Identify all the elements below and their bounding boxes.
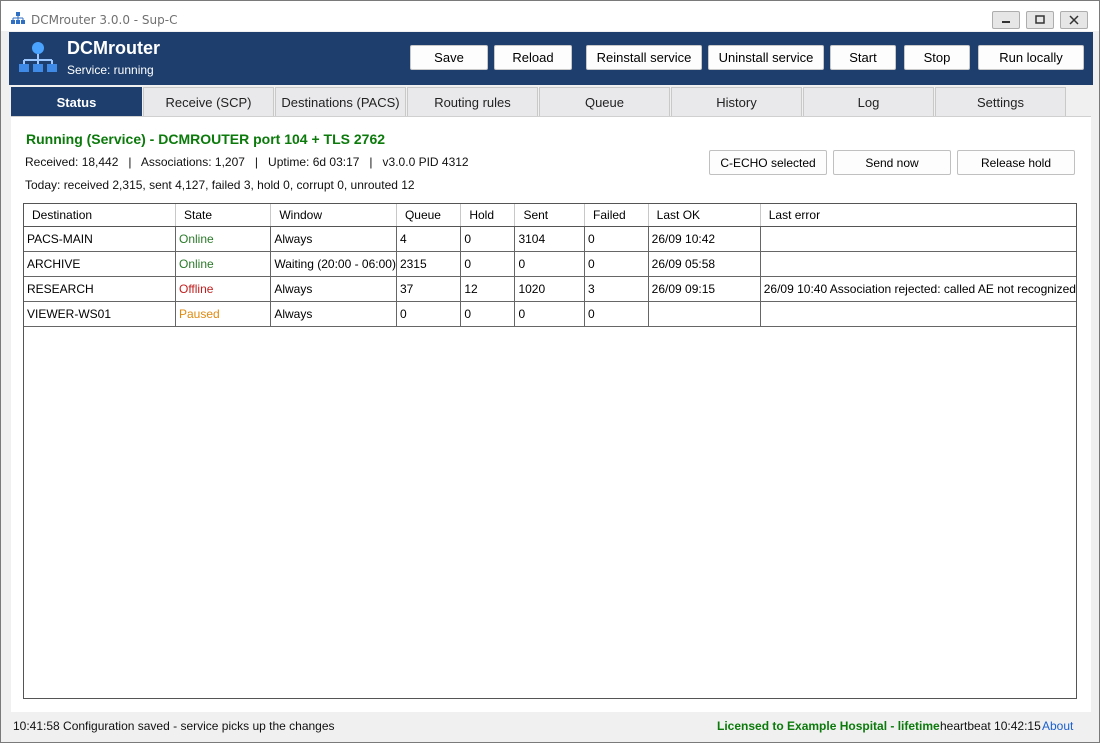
status-message: 10:41:58 Configuration saved - service p… (13, 719, 335, 733)
cell-last-error (760, 226, 1076, 252)
cell-window: Always (270, 276, 397, 302)
service-status: Service: running (67, 63, 154, 77)
table-row[interactable]: VIEWER-WS01 Paused Always 0 0 0 0 (24, 301, 1076, 327)
column-header-queue[interactable]: Queue (396, 204, 462, 227)
cell-window: Waiting (20:00 - 06:00) (270, 251, 397, 277)
c-echo-selected-button[interactable]: C-ECHO selected (709, 150, 827, 175)
tab-log[interactable]: Log (803, 87, 934, 116)
table-row[interactable]: RESEARCH Offline Always 37 12 1020 3 26/… (24, 276, 1076, 302)
column-header-sent[interactable]: Sent (514, 204, 586, 227)
network-tree-logo-icon (19, 42, 57, 72)
cell-last-error (760, 301, 1076, 327)
column-header-last-error[interactable]: Last error (760, 204, 1076, 227)
column-header-state[interactable]: State (175, 204, 272, 227)
app-name: DCMrouter (67, 38, 160, 58)
cell-sent: 0 (514, 301, 586, 327)
cell-failed: 0 (584, 226, 649, 252)
cell-sent: 1020 (514, 276, 586, 302)
today-summary: Today: received 2,315, sent 4,127, faile… (25, 178, 415, 192)
close-icon (1069, 15, 1079, 25)
cell-failed: 3 (584, 276, 649, 302)
cell-queue: 4 (396, 226, 462, 252)
cell-state: Paused (175, 301, 272, 327)
tab-queue[interactable]: Queue (539, 87, 670, 116)
cell-hold: 0 (460, 251, 516, 277)
app-window: DCMrouter 3.0.0 - Sup-C DCMrouter Servic… (0, 0, 1100, 743)
reinstall-service-button[interactable]: Reinstall service (586, 45, 702, 70)
cell-queue: 37 (396, 276, 462, 302)
close-button[interactable] (1060, 11, 1088, 29)
tab-receive-scp[interactable]: Receive (SCP) (143, 87, 274, 116)
cell-queue: 0 (396, 301, 462, 327)
cell-hold: 0 (460, 301, 516, 327)
title-bar: DCMrouter 3.0.0 - Sup-C (1, 1, 1099, 31)
cell-destination: PACS-MAIN (24, 226, 176, 252)
running-status-heading: Running (Service) - DCMROUTER port 104 +… (26, 131, 386, 147)
stop-button[interactable]: Stop (904, 45, 970, 70)
cell-sent: 0 (514, 251, 586, 277)
cell-last-ok: 26/09 09:15 (648, 276, 761, 302)
save-button[interactable]: Save (410, 45, 488, 70)
uninstall-service-button[interactable]: Uninstall service (708, 45, 824, 70)
minimize-icon (1002, 21, 1010, 23)
tab-bar: Status Receive (SCP) Destinations (PACS)… (11, 87, 1071, 116)
cell-failed: 0 (584, 251, 649, 277)
stats-line: Received: 18,442 | Associations: 1,207 |… (25, 155, 469, 169)
status-panel: Running (Service) - DCMROUTER port 104 +… (11, 116, 1091, 712)
destinations-grid[interactable]: Destination State Window Queue Hold Sent… (23, 203, 1077, 699)
cell-hold: 12 (460, 276, 516, 302)
cell-destination: ARCHIVE (24, 251, 176, 277)
cell-last-error: 26/09 10:40 Association rejected: called… (760, 276, 1076, 302)
cell-window: Always (270, 226, 397, 252)
cell-state: Online (175, 251, 272, 277)
maximize-button[interactable] (1026, 11, 1054, 29)
column-header-failed[interactable]: Failed (584, 204, 649, 227)
release-hold-button[interactable]: Release hold (957, 150, 1075, 175)
maximize-icon (1035, 15, 1045, 24)
tab-history[interactable]: History (671, 87, 802, 116)
table-row[interactable]: PACS-MAIN Online Always 4 0 3104 0 26/09… (24, 226, 1076, 252)
start-button[interactable]: Start (830, 45, 896, 70)
tab-routing-rules[interactable]: Routing rules (407, 87, 538, 116)
column-header-window[interactable]: Window (270, 204, 397, 227)
table-row[interactable]: ARCHIVE Online Waiting (20:00 - 06:00) 2… (24, 251, 1076, 277)
cell-destination: RESEARCH (24, 276, 176, 302)
table-header-row: Destination State Window Queue Hold Sent… (24, 204, 1076, 227)
cell-sent: 3104 (514, 226, 586, 252)
cell-destination: VIEWER-WS01 (24, 301, 176, 327)
column-header-destination[interactable]: Destination (24, 204, 176, 227)
destinations-table: Destination State Window Queue Hold Sent… (24, 204, 1076, 327)
column-header-hold[interactable]: Hold (460, 204, 516, 227)
network-tree-icon (11, 12, 25, 24)
cell-window: Always (270, 301, 397, 327)
tab-status[interactable]: Status (11, 87, 142, 116)
cell-last-ok: 26/09 05:58 (648, 251, 761, 277)
send-now-button[interactable]: Send now (833, 150, 951, 175)
reload-button[interactable]: Reload (494, 45, 572, 70)
cell-last-ok (648, 301, 761, 327)
cell-state: Offline (175, 276, 272, 302)
cell-queue: 2315 (396, 251, 462, 277)
cell-failed: 0 (584, 301, 649, 327)
cell-last-ok: 26/09 10:42 (648, 226, 761, 252)
tab-destinations-pacs[interactable]: Destinations (PACS) (275, 87, 406, 116)
column-header-last-ok[interactable]: Last OK (648, 204, 761, 227)
cell-state: Online (175, 226, 272, 252)
about-link[interactable]: About (1042, 719, 1073, 733)
heartbeat-text: heartbeat 10:42:15 (940, 719, 1041, 733)
tab-settings[interactable]: Settings (935, 87, 1066, 116)
app-header: DCMrouter Service: running Save Reload R… (9, 32, 1093, 85)
status-bar: 10:41:58 Configuration saved - service p… (1, 714, 1099, 742)
minimize-button[interactable] (992, 11, 1020, 29)
license-text: Licensed to Example Hospital - lifetime (717, 719, 940, 733)
cell-hold: 0 (460, 226, 516, 252)
cell-last-error (760, 251, 1076, 277)
run-locally-button[interactable]: Run locally (978, 45, 1084, 70)
window-title: DCMrouter 3.0.0 - Sup-C (31, 13, 178, 27)
